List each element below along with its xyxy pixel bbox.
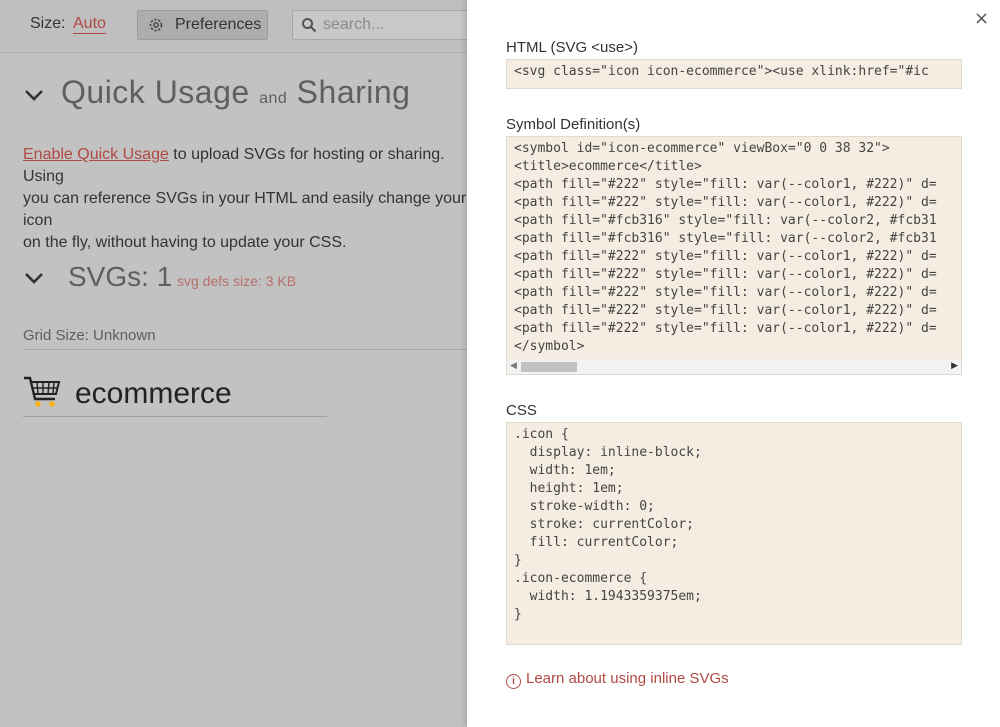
css-code-box[interactable]: .icon { display: inline-block; width: 1e… bbox=[506, 422, 962, 645]
symbol-code-box[interactable]: <symbol id="icon-ecommerce" viewBox="0 0… bbox=[506, 136, 962, 360]
quick-usage-description: Enable Quick Usage to upload SVGs for ho… bbox=[23, 146, 467, 251]
code-line: stroke-width: 0; bbox=[514, 499, 655, 514]
code-line: <path fill="#222" style="fill: var(--col… bbox=[514, 249, 937, 264]
quick-usage-heading: Quick Usage and Sharing bbox=[61, 74, 411, 110]
search-placeholder: search... bbox=[323, 16, 385, 33]
size-label: Size: bbox=[30, 15, 66, 32]
html-section-label: HTML (SVG <use>) bbox=[506, 39, 638, 56]
horizontal-scrollbar[interactable]: ◀ ▶ bbox=[506, 359, 962, 375]
enable-quick-usage-link[interactable]: Enable Quick Usage bbox=[23, 146, 169, 163]
close-icon[interactable]: × bbox=[974, 8, 989, 29]
info-icon: i bbox=[506, 674, 521, 689]
code-line: <path fill="#222" style="fill: var(--col… bbox=[514, 285, 937, 300]
html-code-box[interactable]: <svg class="icon icon-ecommerce"><use xl… bbox=[506, 59, 962, 89]
search-icon bbox=[302, 18, 317, 33]
css-section-label: CSS bbox=[506, 402, 537, 419]
code-line: <title>ecommerce</title> bbox=[514, 159, 702, 174]
grid-size-text: Grid Size: Unknown bbox=[23, 327, 156, 344]
preferences-label: Preferences bbox=[175, 16, 262, 33]
icon-name-label[interactable]: ecommerce bbox=[75, 377, 232, 411]
defs-size-text: svg defs size: 3 KB bbox=[177, 273, 297, 289]
scroll-left-icon[interactable]: ◀ bbox=[510, 360, 517, 371]
scrollbar-thumb[interactable] bbox=[521, 362, 577, 372]
code-line: .icon { bbox=[514, 427, 569, 442]
scroll-right-icon[interactable]: ▶ bbox=[951, 360, 958, 371]
code-line: </symbol> bbox=[514, 339, 585, 354]
divider bbox=[23, 349, 473, 350]
icon-details-panel: × HTML (SVG <use>) <svg class="icon icon… bbox=[467, 0, 1000, 727]
code-line: fill: currentColor; bbox=[514, 535, 679, 550]
size-dropdown[interactable]: Auto bbox=[73, 15, 106, 34]
divider bbox=[23, 416, 327, 417]
code-line: width: 1em; bbox=[514, 463, 616, 478]
code-line: .icon-ecommerce { bbox=[514, 571, 648, 586]
code-line: <path fill="#fcb316" style="fill: var(--… bbox=[514, 231, 937, 246]
code-line: <path fill="#222" style="fill: var(--col… bbox=[514, 321, 937, 336]
svgs-heading: SVGs: 1 bbox=[68, 261, 173, 292]
code-line: <path fill="#222" style="fill: var(--col… bbox=[514, 195, 937, 210]
code-line: <symbol id="icon-ecommerce" viewBox="0 0… bbox=[514, 141, 890, 156]
code-line: } bbox=[514, 553, 522, 568]
code-line: width: 1.1943359375em; bbox=[514, 589, 702, 604]
code-line: <path fill="#222" style="fill: var(--col… bbox=[514, 177, 937, 192]
gear-icon bbox=[149, 18, 163, 32]
preferences-button[interactable]: Preferences bbox=[137, 10, 268, 40]
code-line: height: 1em; bbox=[514, 481, 624, 496]
learn-inline-svgs-link[interactable]: i Learn about using inline SVGs bbox=[506, 670, 729, 689]
code-line: <path fill="#222" style="fill: var(--col… bbox=[514, 267, 937, 282]
chevron-down-icon[interactable] bbox=[24, 271, 44, 285]
chevron-down-icon[interactable] bbox=[24, 88, 44, 102]
code-line: <path fill="#fcb316" style="fill: var(--… bbox=[514, 213, 937, 228]
code-line: <path fill="#222" style="fill: var(--col… bbox=[514, 303, 937, 318]
code-line: stroke: currentColor; bbox=[514, 517, 695, 532]
search-input[interactable]: search... bbox=[292, 10, 492, 40]
cart-icon[interactable] bbox=[22, 375, 62, 409]
code-line: display: inline-block; bbox=[514, 445, 702, 460]
symbol-section-label: Symbol Definition(s) bbox=[506, 116, 641, 133]
code-line: } bbox=[514, 607, 522, 622]
